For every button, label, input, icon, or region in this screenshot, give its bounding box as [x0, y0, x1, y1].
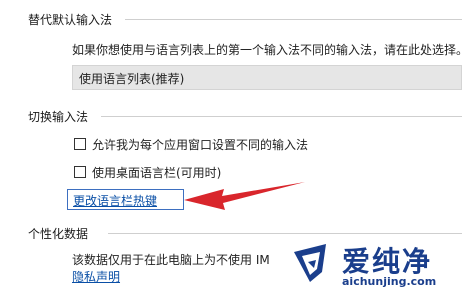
personalization-description: 该数据仅用于在此电脑上为不使用 IM — [72, 253, 270, 267]
default-ime-select[interactable]: 使用语言列表(推荐) — [72, 65, 462, 90]
per-app-ime-checkbox[interactable] — [74, 138, 86, 150]
change-language-bar-hotkey-link[interactable]: 更改语言栏热键 — [73, 192, 157, 209]
section-title-switch-ime: 切换输入法 — [28, 110, 89, 124]
section-title-personalization: 个性化数据 — [28, 227, 89, 241]
default-ime-description: 如果你想使用与语言列表上的第一个输入法不同的输入法，请在此处选择。 — [72, 43, 462, 57]
watermark: 爱纯净 aichunjing.com — [288, 240, 462, 292]
desktop-language-bar-checkbox[interactable] — [74, 166, 86, 178]
annotation-arrow-icon — [184, 182, 305, 210]
watermark-brand: 爱纯净 — [342, 245, 433, 278]
per-app-ime-label: 允许我为每个应用窗口设置不同的输入法 — [92, 138, 309, 152]
brand-logo-icon — [294, 244, 326, 282]
section-divider — [101, 116, 462, 117]
section-title-default-ime: 替代默认输入法 — [28, 13, 113, 27]
section-divider — [125, 19, 462, 20]
privacy-statement-link[interactable]: 隐私声明 — [72, 268, 120, 285]
watermark-url: aichunjing.com — [342, 275, 437, 288]
default-ime-select-value: 使用语言列表(推荐) — [79, 72, 185, 86]
section-divider — [108, 233, 462, 234]
